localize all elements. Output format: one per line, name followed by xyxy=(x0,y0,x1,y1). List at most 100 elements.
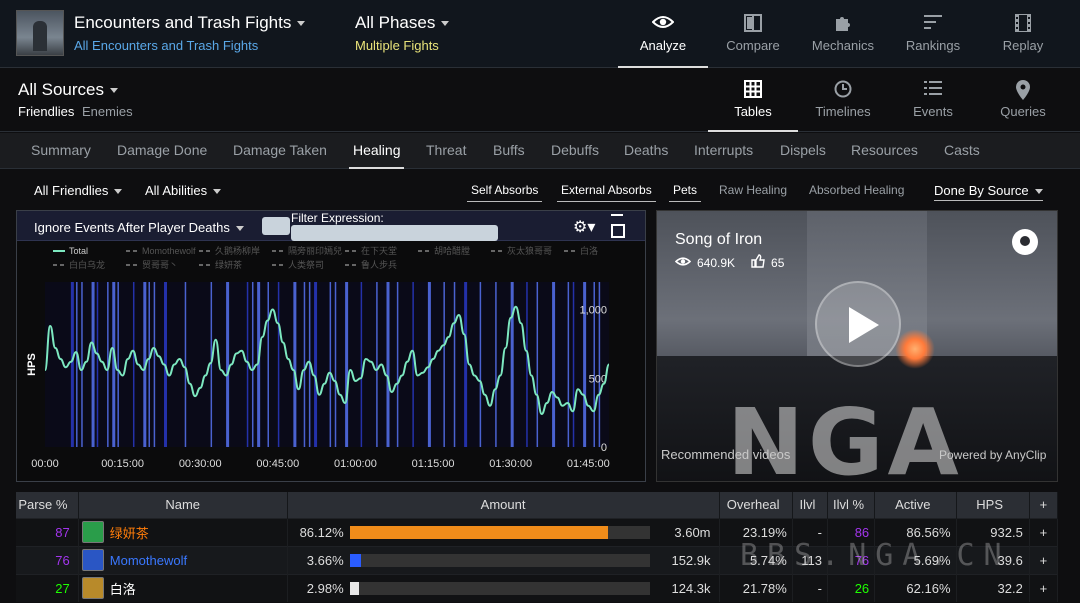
anyclip-logo-icon[interactable] xyxy=(1012,229,1038,255)
col-amount[interactable]: Amount xyxy=(287,492,720,518)
window-icon[interactable] xyxy=(611,214,625,238)
video-likes: 65 xyxy=(771,255,785,270)
view-queries[interactable]: Queries xyxy=(978,69,1068,132)
chevron-down-icon xyxy=(213,189,222,195)
nav-mechanics[interactable]: Mechanics xyxy=(798,0,888,68)
tab-debuffs[interactable]: Debuffs xyxy=(551,142,599,158)
event-band xyxy=(464,282,468,447)
enemies-toggle[interactable]: Enemies xyxy=(82,104,133,119)
done-by-label: Done By Source xyxy=(934,183,1029,198)
col-name[interactable]: Name xyxy=(78,492,288,518)
name-cell[interactable]: 绿妍茶 xyxy=(78,517,288,546)
filter-toggle[interactable] xyxy=(262,217,290,235)
expand-row-button[interactable]: + xyxy=(1029,545,1059,574)
done-by-selector[interactable]: Done By Source xyxy=(934,183,1043,201)
event-band xyxy=(153,282,156,447)
col-hps[interactable]: HPS xyxy=(956,492,1030,518)
view-events-label: Events xyxy=(913,104,953,119)
player-name[interactable]: 绿妍茶 xyxy=(110,523,149,542)
ignore-deaths-label: Ignore Events After Player Deaths xyxy=(34,220,230,235)
friendlies-toggle[interactable]: Friendlies xyxy=(18,104,74,119)
event-band xyxy=(386,282,390,447)
event-band xyxy=(132,282,135,447)
eye-icon xyxy=(618,14,708,34)
self-absorbs-toggle[interactable]: Self Absorbs xyxy=(467,180,543,202)
view-tables[interactable]: Tables xyxy=(708,69,798,132)
nav-replay[interactable]: Replay xyxy=(978,0,1068,68)
raw-healing-toggle[interactable]: Raw Healing xyxy=(715,180,791,202)
nav-compare[interactable]: Compare xyxy=(708,0,798,68)
encounter-selector[interactable]: Encounters and Trash Fights xyxy=(74,13,306,33)
x-tick-label: 00:45:00 xyxy=(256,458,299,470)
abilities-filter[interactable]: All Abilities xyxy=(145,183,222,198)
tab-damage-taken[interactable]: Damage Taken xyxy=(233,142,327,158)
spec-icon xyxy=(81,549,104,571)
col-expand[interactable]: + xyxy=(1029,492,1059,518)
chevron-down-icon xyxy=(441,21,450,27)
gear-icon[interactable]: ⚙▾ xyxy=(573,217,595,237)
legend-item: 在下天堂 xyxy=(361,245,397,256)
col-ilvl-pct[interactable]: Ilvl % xyxy=(827,492,876,518)
tab-casts[interactable]: Casts xyxy=(944,142,980,158)
col-parse[interactable]: Parse % xyxy=(16,492,79,518)
absorbed-healing-toggle[interactable]: Absorbed Healing xyxy=(805,180,908,202)
nga-watermark: NGA xyxy=(727,389,963,482)
player-name[interactable]: Momothewolf xyxy=(110,553,187,568)
filter-expression-input[interactable] xyxy=(291,225,498,241)
ilvl-pct-cell: 26 xyxy=(827,573,876,602)
video-stats: 640.9K 65 xyxy=(674,254,785,271)
tab-resources[interactable]: Resources xyxy=(851,142,918,158)
healing-chart[interactable]: Total Momothewolf 久鹅杨柳岸 隔旁丽印嫣兒 在下天堂 胡哈醋膛 灰太狼哥哥… xyxy=(17,242,645,482)
tab-damage-done[interactable]: Damage Done xyxy=(117,142,207,158)
nav-rankings-label: Rankings xyxy=(905,38,961,53)
sources-bar: All Sources Friendlies Enemies Tables Ti… xyxy=(0,69,1080,132)
tab-buffs[interactable]: Buffs xyxy=(493,142,525,158)
name-cell[interactable]: 白洛 xyxy=(78,573,288,602)
video-fire xyxy=(895,329,935,369)
tab-interrupts[interactable]: Interrupts xyxy=(694,142,753,158)
event-band xyxy=(184,282,187,447)
recommended-videos-label[interactable]: Recommended videos xyxy=(661,447,790,462)
amount-cell: 3.66% 152.9k xyxy=(287,545,720,574)
event-band xyxy=(329,282,332,447)
col-ilvl[interactable]: Ilvl xyxy=(792,492,828,518)
overheal-cell: 21.78% xyxy=(719,573,793,602)
col-overheal[interactable]: Overheal xyxy=(719,492,793,518)
puzzle-icon xyxy=(798,14,888,34)
video-views: 640.9K xyxy=(697,255,736,270)
tab-deaths[interactable]: Deaths xyxy=(624,142,668,158)
parse-cell: 87 xyxy=(16,517,79,546)
event-band xyxy=(376,282,378,447)
chevron-down-icon xyxy=(114,189,123,195)
tab-threat[interactable]: Threat xyxy=(426,142,466,158)
encounter-subtitle[interactable]: All Encounters and Trash Fights xyxy=(74,38,258,53)
player-name[interactable]: 白洛 xyxy=(110,579,136,598)
table-row[interactable]: 27 白洛 2.98% 124.3k 21.78% -26 62.16% 32.2 + xyxy=(16,573,1059,602)
nav-rankings[interactable]: Rankings xyxy=(888,0,978,68)
expand-row-button[interactable]: + xyxy=(1029,573,1059,602)
event-band xyxy=(303,282,306,447)
filter-row: All Friendlies All Abilities Self Absorb… xyxy=(0,176,1080,206)
view-timelines[interactable]: Timelines xyxy=(798,69,888,132)
nav-analyze[interactable]: Analyze xyxy=(618,0,708,68)
video-ad-panel[interactable]: Song of Iron 640.9K 65 NGA Recommended v… xyxy=(656,210,1058,482)
expand-row-button[interactable]: + xyxy=(1029,517,1059,546)
name-cell[interactable]: Momothewolf xyxy=(78,545,288,574)
ignore-deaths-selector[interactable]: Ignore Events After Player Deaths xyxy=(34,220,244,235)
bbs-watermark: BBS.NGA.CN xyxy=(740,538,1011,573)
play-button[interactable] xyxy=(815,281,901,367)
tab-healing[interactable]: Healing xyxy=(348,142,406,169)
source-selector[interactable]: All Sources xyxy=(18,80,118,100)
friendlies-filter[interactable]: All Friendlies xyxy=(34,183,123,198)
nav-mechanics-label: Mechanics xyxy=(811,38,875,53)
phase-selector[interactable]: All Phases xyxy=(355,13,450,33)
event-band xyxy=(443,282,445,447)
pets-toggle[interactable]: Pets xyxy=(669,180,702,202)
tab-dispels[interactable]: Dispels xyxy=(780,142,826,158)
col-active[interactable]: Active xyxy=(874,492,957,518)
tab-summary[interactable]: Summary xyxy=(31,142,91,158)
phase-subtitle: Multiple Fights xyxy=(355,38,439,53)
amount-bar xyxy=(349,581,650,595)
external-absorbs-toggle[interactable]: External Absorbs xyxy=(557,180,656,202)
view-events[interactable]: Events xyxy=(888,69,978,132)
